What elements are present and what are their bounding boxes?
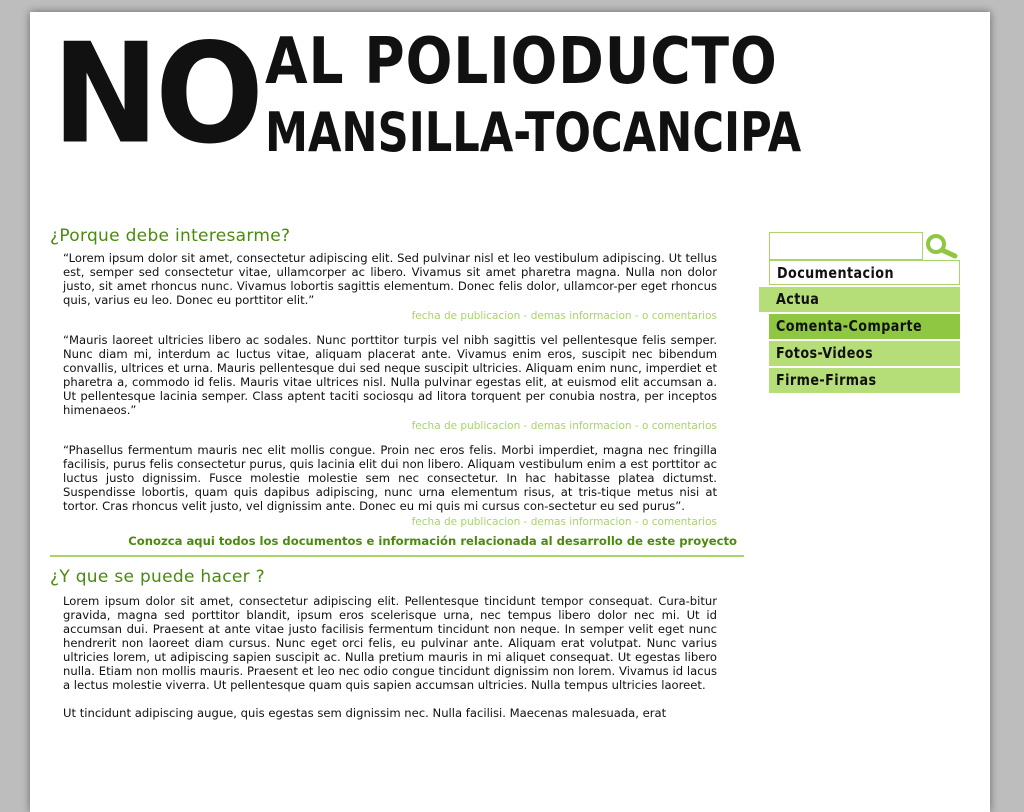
post: “Mauris laoreet ultricies libero ac soda… [63, 333, 717, 433]
documents-link[interactable]: Conozca aqui todos los documentos e info… [50, 534, 737, 548]
main-content: ¿Porque debe interesarme? “Lorem ipsum d… [50, 225, 744, 720]
header-title-line2: MANSILLA-TOCANCIPA [265, 101, 802, 164]
section-divider [50, 555, 744, 557]
post-text: “Mauris laoreet ultricies libero ac soda… [63, 333, 717, 417]
post-meta-link[interactable]: fecha de publicacion - demas informacion… [63, 419, 717, 433]
header-title-line1: AL POLIODUCTO [265, 25, 778, 99]
nav-item-label: Comenta-Comparte [776, 317, 923, 335]
section-body: Lorem ipsum dolor sit amet, consectetur … [63, 594, 717, 720]
post-text: “Phasellus fermentum mauris nec elit mol… [63, 443, 717, 513]
paragraph: Lorem ipsum dolor sit amet, consectetur … [63, 594, 717, 692]
post-meta-link[interactable]: fecha de publicacion - demas informacion… [63, 309, 717, 323]
nav-item-label: Actua [776, 290, 820, 308]
nav-item-firme-firmas[interactable]: Firme-Firmas [769, 368, 960, 393]
post: “Phasellus fermentum mauris nec elit mol… [63, 443, 717, 529]
nav-item-label: Documentacion [777, 264, 894, 282]
section-title-what-to-do: ¿Y que se puede hacer ? [50, 567, 265, 587]
nav-item-label: Fotos-Videos [776, 344, 874, 362]
post: “Lorem ipsum dolor sit amet, consectetur… [63, 251, 717, 323]
post-text: “Lorem ipsum dolor sit amet, consectetur… [63, 251, 717, 307]
nav-item-fotos-videos[interactable]: Fotos-Videos [769, 341, 960, 366]
nav-item-documentacion[interactable]: Documentacion [769, 260, 960, 285]
header-no: NO [52, 14, 264, 176]
nav-item-actua[interactable]: Actua [759, 287, 960, 312]
search-input[interactable] [769, 232, 923, 260]
sidebar-nav: Documentacion Actua Comenta-Comparte Fot… [759, 260, 960, 395]
section-title-why: ¿Porque debe interesarme? [50, 226, 291, 246]
nav-item-label: Firme-Firmas [776, 371, 877, 389]
paragraph: Ut tincidunt adipiscing augue, quis eges… [63, 706, 667, 720]
post-meta-link[interactable]: fecha de publicacion - demas informacion… [63, 515, 717, 529]
search-icon[interactable] [922, 232, 958, 260]
nav-item-comenta-comparte[interactable]: Comenta-Comparte [769, 314, 960, 339]
